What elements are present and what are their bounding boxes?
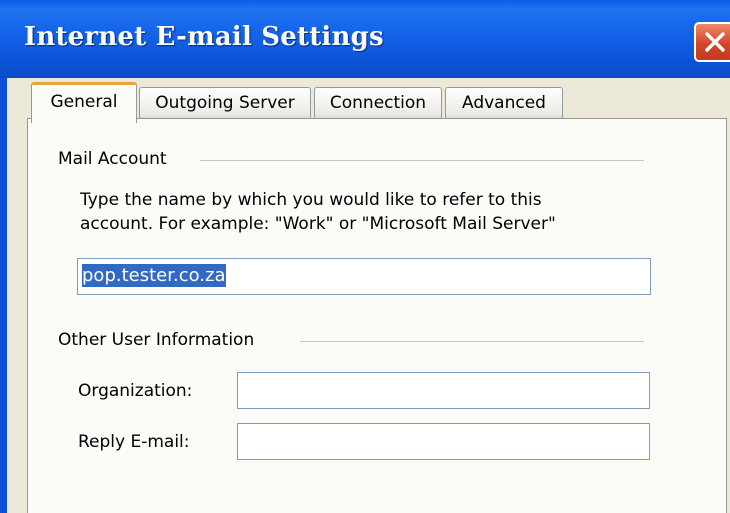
- account-name-value: pop.tester.co.za: [82, 264, 226, 287]
- organization-field[interactable]: [237, 372, 650, 409]
- mail-account-separator: [200, 160, 644, 161]
- close-button[interactable]: [694, 22, 730, 62]
- tab-general[interactable]: General: [31, 82, 137, 123]
- other-user-info-group-label: Other User Information: [58, 330, 265, 350]
- close-icon: [705, 32, 725, 52]
- tab-outgoing-server[interactable]: Outgoing Server: [139, 87, 311, 120]
- account-name-field[interactable]: pop.tester.co.za: [77, 258, 651, 295]
- tab-connection[interactable]: Connection: [314, 87, 442, 120]
- title-bar[interactable]: Internet E-mail Settings: [0, 0, 730, 78]
- dialog-window: Internet E-mail Settings General Outgoin…: [0, 0, 730, 513]
- organization-label: Organization:: [78, 381, 193, 401]
- tab-advanced[interactable]: Advanced: [445, 87, 563, 120]
- description-line-2: account. For example: "Work" or "Microso…: [80, 214, 556, 234]
- description-line-1: Type the name by which you would like to…: [80, 190, 542, 210]
- mail-account-group-label: Mail Account: [58, 149, 177, 169]
- other-user-info-separator: [300, 341, 644, 342]
- reply-email-field[interactable]: [237, 423, 650, 460]
- reply-email-label: Reply E-mail:: [78, 432, 190, 452]
- mail-account-description: Type the name by which you would like to…: [80, 188, 680, 236]
- window-title: Internet E-mail Settings: [24, 22, 384, 52]
